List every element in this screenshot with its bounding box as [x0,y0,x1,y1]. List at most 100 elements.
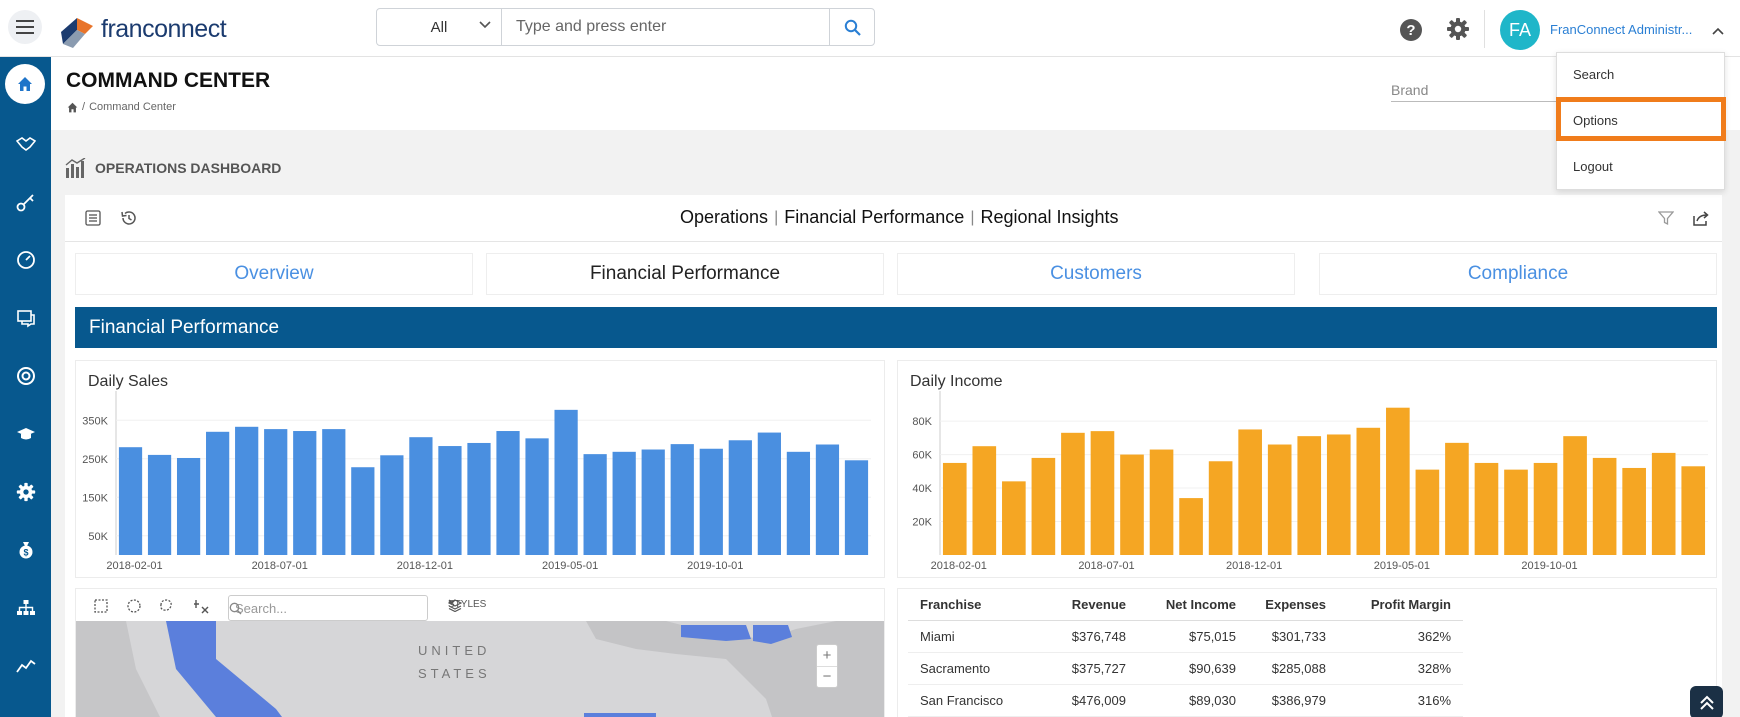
col-expenses[interactable]: Expenses [1248,590,1338,621]
col-franchise[interactable]: Franchise [908,590,1058,621]
bar[interactable] [525,438,549,555]
history-icon[interactable] [120,210,137,226]
settings-gear-icon[interactable] [1446,17,1470,46]
bar[interactable] [1504,469,1528,555]
chevron-up-icon[interactable] [1712,27,1724,35]
tab-compliance[interactable]: Compliance [1319,253,1717,295]
map-styles-button[interactable]: STYLES [448,599,486,612]
bar[interactable] [1651,452,1676,555]
bar[interactable] [1592,457,1617,555]
nav-tab-operations[interactable]: Operations [680,207,768,228]
table-row[interactable]: Sacramento $375,727 $90,639 $285,088 328… [908,652,1463,685]
bar[interactable] [1415,469,1440,555]
sidebar-item-keys[interactable] [0,182,51,222]
col-profit-margin[interactable]: Profit Margin [1338,590,1463,621]
sidebar-item-finance[interactable]: $ [0,530,51,570]
search-input[interactable] [502,9,829,45]
table-row[interactable]: San Francisco $476,009 $89,030 $386,979 … [908,684,1463,717]
sidebar-item-deals[interactable] [0,124,51,164]
bar[interactable] [1563,436,1587,555]
bar[interactable] [1238,429,1262,555]
search-button[interactable] [829,9,874,45]
menu-item-search[interactable]: Search [1573,67,1614,82]
col-net-income[interactable]: Net Income [1138,590,1248,621]
bar[interactable] [496,431,520,555]
bar[interactable] [1533,462,1558,555]
bar[interactable] [147,454,172,555]
select-circle-icon[interactable] [127,599,141,613]
bar[interactable] [438,446,462,555]
bar[interactable] [815,444,840,555]
bar[interactable] [757,432,781,555]
menu-icon[interactable] [8,10,42,44]
col-revenue[interactable]: Revenue [1058,590,1138,621]
bar[interactable] [1681,466,1706,555]
bar[interactable] [1326,434,1351,555]
sidebar-item-messages[interactable] [0,298,51,338]
bar[interactable] [1356,427,1381,555]
select-lasso-icon[interactable] [159,599,173,613]
bar[interactable] [1149,449,1174,555]
bar[interactable] [972,446,997,555]
bar[interactable] [641,449,665,555]
select-rectangle-icon[interactable] [94,599,108,613]
sidebar-item-settings[interactable] [0,472,51,512]
search-scope-select[interactable]: All [377,9,502,45]
bar[interactable] [1208,461,1233,555]
bar[interactable] [1297,436,1322,555]
filter-icon[interactable] [1658,210,1674,226]
sidebar-item-home[interactable] [5,64,45,104]
bar[interactable] [176,457,201,555]
sidebar-item-org-chart[interactable] [0,588,51,628]
bar[interactable] [322,429,346,555]
bar[interactable] [670,444,694,555]
bar[interactable] [942,462,967,555]
bar[interactable] [786,451,811,555]
sidebar-item-analytics[interactable] [0,646,51,686]
bar[interactable] [1474,462,1499,555]
scroll-to-top-button[interactable] [1690,686,1723,717]
bar[interactable] [1386,407,1410,555]
bar[interactable] [409,437,433,555]
bar[interactable] [1267,444,1292,555]
franconnect-logo[interactable]: franconnect [55,8,227,50]
help-icon[interactable]: ? [1399,18,1423,47]
nav-tab-regional-insights[interactable]: Regional Insights [980,207,1118,228]
brand-select[interactable]: Brand [1391,82,1571,102]
list-icon[interactable] [85,210,101,226]
clear-selection-icon[interactable] [193,599,209,614]
bar[interactable] [1002,481,1026,555]
sidebar-item-performance[interactable] [0,240,51,280]
bar[interactable] [583,454,607,555]
tab-customers[interactable]: Customers [897,253,1295,295]
table-row[interactable]: Miami $376,748 $75,015 $301,733 362% [908,620,1463,653]
bar[interactable] [206,431,230,555]
sidebar-item-training[interactable] [0,414,51,454]
bar[interactable] [554,409,578,555]
bar[interactable] [351,467,375,555]
bar[interactable] [118,447,143,555]
map-search-input[interactable]: Search... [228,595,428,621]
home-icon[interactable] [67,102,78,113]
avatar[interactable]: FA [1500,10,1540,50]
bar[interactable] [467,442,491,555]
bar[interactable] [1031,457,1056,555]
bar[interactable] [1061,432,1085,555]
tab-financial-performance[interactable]: Financial Performance [486,253,884,295]
bar[interactable] [1622,467,1646,555]
bar[interactable] [844,460,869,555]
tab-overview[interactable]: Overview [75,253,473,295]
menu-item-logout[interactable]: Logout [1573,159,1613,174]
bar[interactable] [235,426,259,555]
bar[interactable] [1090,431,1115,555]
bar[interactable] [264,429,288,555]
bar[interactable] [293,431,317,555]
bar[interactable] [1179,498,1203,555]
sidebar-item-support[interactable] [0,356,51,396]
bar[interactable] [728,440,752,555]
bar[interactable] [612,451,636,555]
bar[interactable] [380,455,404,555]
zoom-in-button[interactable]: + [817,645,837,667]
user-name[interactable]: FranConnect Administr... [1550,22,1700,37]
bar[interactable] [1445,442,1469,555]
